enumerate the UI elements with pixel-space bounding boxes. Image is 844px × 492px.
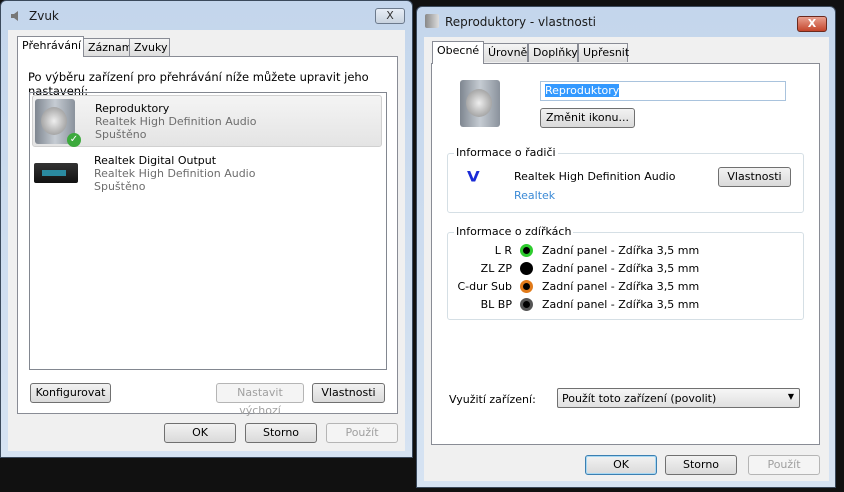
device-status: Spuštěno (94, 180, 146, 193)
sound-window: Zvuk X Přehrávání Záznam Zvuky Po výběru… (0, 0, 413, 458)
group-title: Informace o řadiči (454, 146, 558, 159)
speaker-icon (425, 14, 439, 28)
jack-channel: L R (494, 244, 512, 257)
tab-levels[interactable]: Úrovně (483, 43, 528, 62)
tab-enhancements[interactable]: Doplňky (528, 43, 578, 62)
device-name-input[interactable]: Reproduktory (540, 81, 786, 101)
jack-channel: BL BP (480, 298, 512, 311)
jack-location: Zadní panel - Zdířka 3,5 mm (542, 298, 700, 311)
jack-row: L R Zadní panel - Zdířka 3,5 mm (448, 243, 748, 259)
cancel-button[interactable]: Storno (665, 455, 737, 475)
apply-button[interactable]: Použít (326, 423, 398, 443)
jack-orange-icon (520, 280, 533, 293)
set-default-button[interactable]: Nastavit výchozí (216, 383, 304, 417)
device-driver: Realtek High Definition Audio (95, 115, 257, 128)
close-button[interactable]: X (375, 8, 405, 24)
jack-location: Zadní panel - Zdířka 3,5 mm (542, 262, 700, 275)
device-item-digital-output[interactable]: Realtek Digital Output Realtek High Defi… (32, 149, 382, 199)
jack-location: Zadní panel - Zdířka 3,5 mm (542, 244, 700, 257)
jack-green-icon (520, 244, 533, 257)
usage-select[interactable]: Použít toto zařízení (povolit) ▼ (557, 388, 800, 408)
jack-location: Zadní panel - Zdířka 3,5 mm (542, 280, 700, 293)
window-title: Zvuk (29, 9, 59, 23)
tab-panel: Reproduktory Změnit ikonu... Informace o… (431, 63, 820, 445)
jack-grey-icon (520, 298, 533, 311)
jack-info-group: Informace o zdířkách L R Zadní panel - Z… (447, 225, 804, 320)
tab-panel: Po výběru zařízení pro přehrávání níže m… (17, 56, 398, 417)
check-icon: ✓ (67, 133, 81, 147)
jack-channel: ZL ZP (480, 262, 512, 275)
speaker-device-icon: ✓ (35, 99, 81, 147)
change-icon-button[interactable]: Změnit ikonu... (540, 108, 635, 128)
window-title: Reproduktory - vlastnosti (445, 15, 597, 29)
device-status: Spuštěno (95, 128, 147, 141)
digital-output-icon (34, 163, 78, 183)
usage-value: Použít toto zařízení (povolit) (562, 392, 717, 405)
client-area: Obecné Úrovně Doplňky Upřesnit Reprodukt… (424, 37, 829, 481)
ok-button[interactable]: OK (164, 423, 236, 443)
tab-playback[interactable]: Přehrávání (17, 36, 84, 57)
device-name-value: Reproduktory (545, 84, 620, 97)
ok-button[interactable]: OK (585, 455, 657, 475)
close-button[interactable]: X (797, 16, 827, 32)
cancel-button[interactable]: Storno (245, 423, 317, 443)
configure-button[interactable]: Konfigurovat (30, 383, 111, 403)
speaker-icon (11, 11, 18, 21)
chevron-down-icon: ▼ (787, 392, 794, 401)
tab-recording[interactable]: Záznam (83, 38, 132, 57)
properties-button[interactable]: Vlastnosti (312, 383, 385, 403)
tab-sounds[interactable]: Zvuky (129, 38, 170, 57)
device-list[interactable]: ✓ Reproduktory Realtek High Definition A… (29, 92, 387, 370)
tab-advanced[interactable]: Upřesnit (578, 43, 629, 62)
jack-black-icon (520, 262, 533, 275)
driver-info-group: Informace o řadiči ⱽ Realtek High Defini… (447, 146, 804, 213)
driver-properties-button[interactable]: Vlastnosti (718, 167, 791, 187)
usage-label: Využití zařízení: (449, 393, 536, 406)
jack-row: ZL ZP Zadní panel - Zdířka 3,5 mm (448, 261, 748, 277)
jack-channel: C-dur Sub (457, 280, 512, 293)
vendor-link[interactable]: Realtek (514, 189, 555, 202)
device-name: Reproduktory (95, 102, 170, 115)
apply-button[interactable]: Použít (748, 455, 820, 475)
device-icon (460, 80, 500, 127)
realtek-logo-icon: ⱽ (467, 167, 480, 197)
device-driver: Realtek High Definition Audio (94, 167, 256, 180)
jack-row: C-dur Sub Zadní panel - Zdířka 3,5 mm (448, 279, 748, 295)
device-name: Realtek Digital Output (94, 154, 217, 167)
jack-row: BL BP Zadní panel - Zdířka 3,5 mm (448, 297, 748, 313)
client-area: Přehrávání Záznam Zvuky Po výběru zaříze… (8, 30, 405, 451)
device-item-reproduktory[interactable]: ✓ Reproduktory Realtek High Definition A… (32, 95, 382, 147)
tab-general[interactable]: Obecné (432, 41, 484, 64)
group-title: Informace o zdířkách (454, 225, 574, 238)
properties-window: Reproduktory - vlastnosti X Obecné Úrovn… (416, 6, 836, 488)
driver-name: Realtek High Definition Audio (514, 170, 676, 183)
